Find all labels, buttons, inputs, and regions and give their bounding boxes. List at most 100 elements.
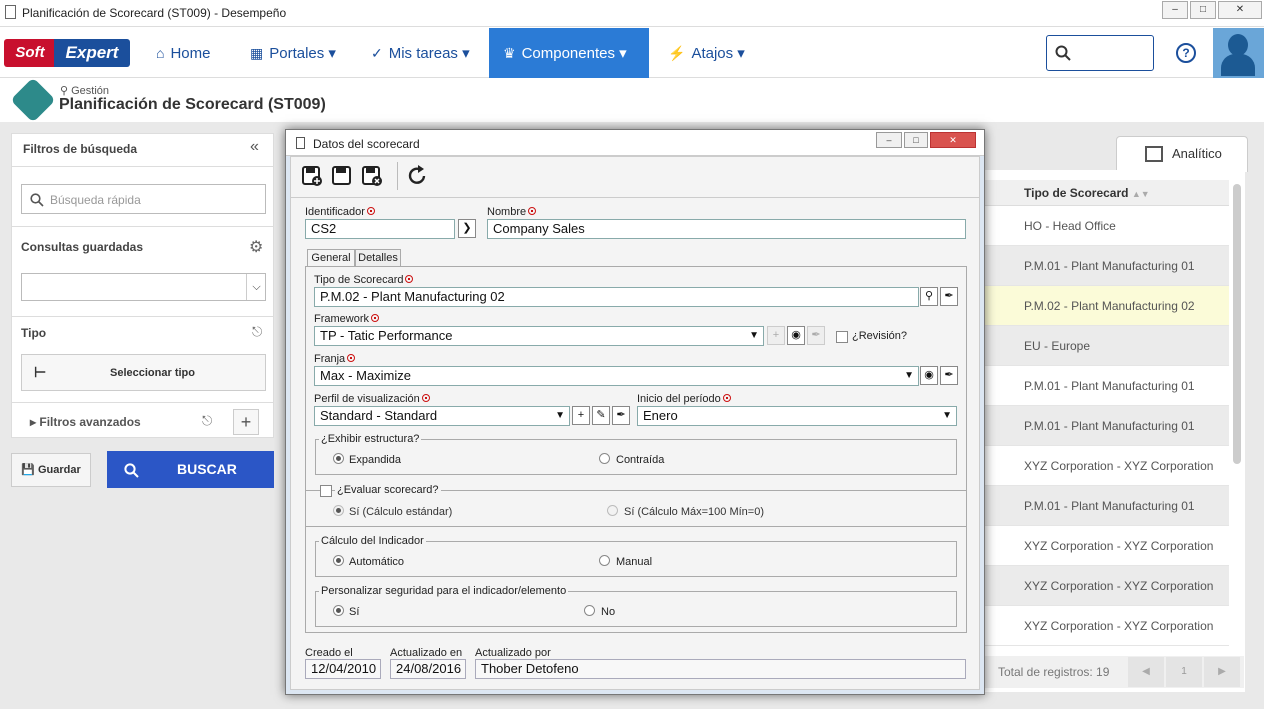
minimize-button[interactable]: –: [1162, 1, 1188, 19]
saved-queries-select[interactable]: ⌵: [21, 273, 266, 301]
column-header[interactable]: Tipo de Scorecard ▲▼: [985, 180, 1229, 206]
tree-icon: ⊢: [34, 364, 47, 380]
evaluar-checkbox[interactable]: [320, 485, 332, 497]
add-filter-button[interactable]: +: [233, 409, 259, 435]
seguridad-label: Personalizar seguridad para el indicador…: [319, 585, 569, 597]
estructura-label: ¿Exhibir estructura?: [319, 433, 422, 445]
seguridad-si-radio[interactable]: [333, 605, 344, 616]
help-icon[interactable]: ?: [1176, 43, 1196, 63]
dropdown-arrow-icon: ▼: [555, 410, 565, 421]
select-type-button[interactable]: ⊢ Seleccionar tipo: [21, 354, 266, 391]
save-icon[interactable]: [331, 165, 353, 187]
automatico-radio[interactable]: [333, 555, 344, 566]
global-search-input[interactable]: [1046, 35, 1154, 71]
nav-portales[interactable]: ▦ Portales ▾: [236, 28, 350, 78]
contraida-label: Contraída: [616, 454, 665, 466]
brush-icon[interactable]: ✒: [612, 406, 630, 425]
table-row[interactable]: P.M.02 - Plant Manufacturing 02: [985, 286, 1229, 326]
binoculars-icon[interactable]: ◉: [787, 326, 805, 345]
seguridad-si-label: Sí: [349, 606, 360, 618]
advanced-filters-toggle[interactable]: ▸ Filtros avanzados: [30, 415, 141, 429]
table-row[interactable]: P.M.01 - Plant Manufacturing 01: [985, 366, 1229, 406]
search-filters-panel: Filtros de búsqueda « Búsqueda rápida Co…: [11, 133, 274, 438]
tab-general[interactable]: General: [307, 249, 355, 267]
page-title: Planificación de Scorecard (ST009): [59, 96, 326, 113]
nav-portales-label: Portales: [269, 45, 325, 62]
search-button[interactable]: BUSCAR: [107, 451, 274, 488]
manual-radio[interactable]: [599, 555, 610, 566]
binoculars-icon[interactable]: ◉: [920, 366, 938, 385]
nav-mis-tareas[interactable]: ✓ Mis tareas ▾: [357, 28, 484, 78]
save-button[interactable]: 💾 Guardar: [11, 453, 91, 487]
refresh-icon[interactable]: [407, 165, 429, 187]
tipo-input[interactable]: P.M.02 - Plant Manufacturing 02: [314, 287, 919, 307]
name-label: Nombre: [487, 206, 537, 218]
close-window-button[interactable]: ✕: [1218, 1, 1262, 19]
required-icon: [366, 207, 375, 215]
clear-advanced-icon[interactable]: ⎋: [202, 413, 212, 429]
id-input[interactable]: CS2: [305, 219, 455, 239]
table-row[interactable]: XYZ Corporation - XYZ Corporation: [985, 606, 1229, 646]
top-navigation: Soft Expert ⌂ Home ▦ Portales ▾ ✓ Mis tarea…: [0, 28, 1264, 78]
table-row[interactable]: P.M.01 - Plant Manufacturing 01: [985, 246, 1229, 286]
expandida-radio[interactable]: [333, 453, 344, 464]
dropdown-arrow-icon: ▼: [749, 330, 759, 341]
table-row[interactable]: P.M.01 - Plant Manufacturing 01: [985, 486, 1229, 526]
framework-select[interactable]: TP - Tatic Performance ▼: [314, 326, 764, 346]
filters-title: Filtros de búsqueda: [23, 142, 138, 156]
dialog-maximize-button[interactable]: □: [904, 132, 928, 148]
dropdown-arrow-icon: ▼: [942, 410, 952, 421]
document-icon: [296, 137, 305, 149]
prev-page-button[interactable]: ◀: [1128, 657, 1164, 687]
table-row[interactable]: EU - Europe: [985, 326, 1229, 366]
si-estandar-label: Sí (Cálculo estándar): [349, 506, 453, 518]
contraida-radio[interactable]: [599, 453, 610, 464]
next-arrow-button[interactable]: ❯: [458, 219, 476, 238]
table-row[interactable]: P.M.01 - Plant Manufacturing 01: [985, 406, 1229, 446]
quick-search-input[interactable]: Búsqueda rápida: [21, 184, 266, 214]
table-row[interactable]: XYZ Corporation - XYZ Corporation: [985, 566, 1229, 606]
scorecard-dialog: Datos del scorecard – □ ✕ Identificador …: [285, 129, 985, 695]
tipo-label: Tipo: [21, 326, 47, 340]
table-row[interactable]: XYZ Corporation - XYZ Corporation: [985, 446, 1229, 486]
nav-atajos[interactable]: ⚡ Atajos ▾: [654, 28, 759, 78]
inicio-select[interactable]: Enero ▼: [637, 406, 957, 426]
maximize-button[interactable]: □: [1190, 1, 1216, 19]
sort-icon: ▲▼: [1131, 189, 1150, 199]
brush-icon[interactable]: ✒: [940, 366, 958, 385]
table-row[interactable]: XYZ Corporation - XYZ Corporation: [985, 526, 1229, 566]
perfil-select[interactable]: Standard - Standard ▼: [314, 406, 570, 426]
add-icon[interactable]: +: [572, 406, 590, 425]
id-label-text: Identificador: [305, 206, 365, 218]
next-page-button[interactable]: ▶: [1204, 657, 1240, 687]
logo-expert: Expert: [54, 39, 130, 67]
tab-analitico[interactable]: Analítico: [1116, 136, 1248, 172]
revision-checkbox[interactable]: [836, 331, 848, 343]
name-input[interactable]: Company Sales: [487, 219, 966, 239]
evaluar-label: ¿Evaluar scorecard?: [335, 484, 441, 496]
edit-icon[interactable]: ✎: [592, 406, 610, 425]
search-icon: [30, 193, 44, 207]
search-icon[interactable]: ⚲: [920, 287, 938, 306]
clear-icon[interactable]: ⎋: [252, 324, 262, 340]
collapse-icon[interactable]: «: [250, 138, 259, 156]
brush-icon[interactable]: ✒: [940, 287, 958, 306]
home-icon: ⌂: [156, 45, 165, 61]
seguridad-no-radio[interactable]: [584, 605, 595, 616]
gear-icon[interactable]: ⚙: [249, 237, 263, 257]
dialog-minimize-button[interactable]: –: [876, 132, 902, 148]
actualizado-label: Actualizado en: [390, 647, 463, 659]
nav-home[interactable]: ⌂ Home: [142, 28, 224, 78]
dialog-close-button[interactable]: ✕: [930, 132, 976, 148]
required-icon: [405, 275, 414, 283]
table-row[interactable]: HO - Head Office: [985, 206, 1229, 246]
save-close-icon[interactable]: [361, 165, 383, 187]
column-header-label: Tipo de Scorecard: [1024, 186, 1129, 200]
franja-select[interactable]: Max - Maximize ▼: [314, 366, 919, 386]
search-icon: [1055, 45, 1071, 61]
user-avatar[interactable]: [1213, 28, 1264, 78]
nav-componentes[interactable]: ♛ Componentes ▾: [489, 28, 649, 78]
tab-detalles[interactable]: Detalles: [355, 249, 401, 267]
save-new-icon[interactable]: [301, 165, 323, 187]
vertical-scrollbar[interactable]: [1233, 184, 1241, 464]
